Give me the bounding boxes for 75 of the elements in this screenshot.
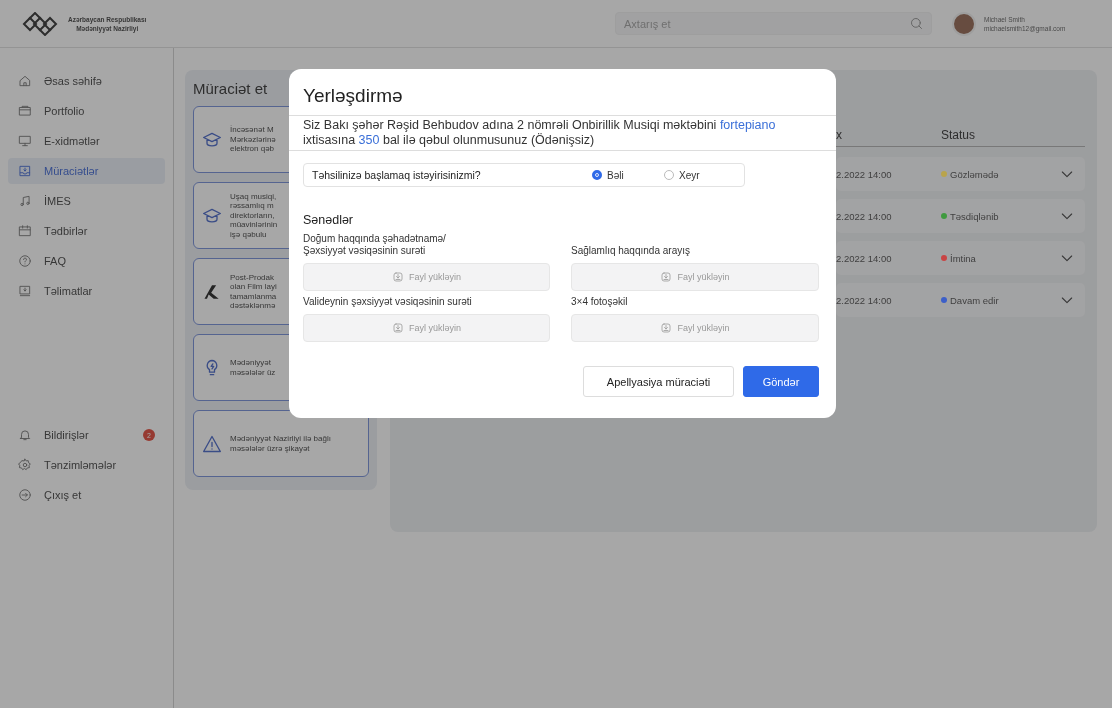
calendar-icon xyxy=(18,224,32,238)
column-header: x xyxy=(836,128,843,142)
home-icon xyxy=(18,74,32,88)
panel-title: Müraciət et xyxy=(193,80,269,97)
download-icon xyxy=(392,271,404,283)
logout-icon xyxy=(18,488,32,502)
sidebar-item[interactable]: FAQ xyxy=(8,248,165,274)
column-header: Status xyxy=(941,128,977,142)
sidebar-item[interactable]: İMES xyxy=(8,188,165,214)
folder-icon xyxy=(18,104,32,118)
card-text: Mərkəzlərinə xyxy=(230,134,276,145)
section-title: Sənədlər xyxy=(303,213,355,227)
status-text: İmtina xyxy=(950,252,976,264)
table-row[interactable]: 2.2022 14:00 Gözləmədə xyxy=(836,157,1085,191)
table-row[interactable]: 2.2022 14:00 Davam edir xyxy=(836,283,1085,317)
sidebar-item[interactable]: Tədbirlər xyxy=(8,218,165,244)
search-icon xyxy=(909,16,924,31)
admission-message: Siz Bakı şəhər Rəşid Behbudov adına 2 nömrəli Onbirillik Musiqi məktəbini fortepiano ixtisasına 350 bal ilə qəbul olunmusunuz (Ödənişsiz) xyxy=(289,115,836,151)
settings-icon xyxy=(18,458,32,472)
card-text: işə qəbulu xyxy=(230,229,268,240)
sidebar-item[interactable]: Müraciətlər xyxy=(8,158,165,184)
download-icon xyxy=(392,322,404,334)
bell-icon xyxy=(18,428,32,442)
help-icon xyxy=(18,254,32,268)
warning-icon xyxy=(202,433,222,454)
card-text: Uşaq musiqi, xyxy=(230,191,278,202)
avatar[interactable] xyxy=(952,11,976,36)
monitor-icon xyxy=(18,134,32,148)
file-upload-button[interactable]: Fayl yükləyin xyxy=(303,263,550,291)
card-text: Mədəniyyət xyxy=(230,358,272,368)
card-text: olan Film layi xyxy=(230,282,277,292)
card-text: elektron qəb xyxy=(230,144,276,154)
sidebar-item[interactable]: Əsas səhifə xyxy=(8,68,165,94)
date-cell-text: 2.2022 14:00 xyxy=(836,294,893,306)
status-text: Təsdiqlənib xyxy=(950,210,999,222)
document-label: Sağlamlıq haqqında arayış xyxy=(571,245,691,257)
date-cell-text: 2.2022 14:00 xyxy=(836,252,893,264)
file-upload-button[interactable]: Fayl yükləyin xyxy=(571,263,819,291)
logo-icon xyxy=(20,11,60,36)
file-upload-button[interactable]: Fayl yükləyin xyxy=(303,314,550,342)
inbox-icon xyxy=(18,164,32,178)
appeal-button[interactable]: Apellyasiya müraciəti xyxy=(583,366,734,397)
book-icon xyxy=(18,284,32,298)
card-text: müavinlərinin xyxy=(230,220,278,230)
service-card[interactable]: Mədəniyyət Nazirliyi ilə bağlı məsələlər üzrə şikayət xyxy=(193,410,369,477)
music-note-icon xyxy=(18,194,32,208)
document-label: 3×4 fotoşəkil xyxy=(571,296,629,308)
sidebar-item[interactable]: E-xidmətlər xyxy=(8,128,165,154)
card-text: İncəsənət M xyxy=(230,125,275,135)
card-text: Post-Prodak xyxy=(230,272,276,282)
radio-option[interactable]: Bəli xyxy=(592,169,664,181)
table-row[interactable]: 2.2022 14:00 İmtina xyxy=(836,241,1085,275)
sidebar-item[interactable]: Təlimatlar xyxy=(8,278,165,304)
status-text: Gözləmədə xyxy=(950,168,999,180)
download-icon xyxy=(660,271,673,283)
sidebar-item[interactable]: Tənzimləmələr xyxy=(8,452,165,478)
status-text: Davam edir xyxy=(950,294,999,306)
file-upload-button[interactable]: Fayl yükləyin xyxy=(571,314,819,342)
card-text: rəssamlıq m xyxy=(230,201,275,211)
date-cell-text: 2.2022 14:00 xyxy=(836,168,893,180)
card-text: tamamlanma xyxy=(230,291,277,301)
card-text: Mədəniyyət Nazirliyi ilə bağlı xyxy=(230,434,331,444)
card-text: məsələlər üzrə şikayət xyxy=(230,443,311,453)
card-text: direktorların, xyxy=(230,210,276,221)
dialog-title: Yerləşdirmə xyxy=(303,85,404,107)
radio-option[interactable]: Xeyr xyxy=(664,169,736,181)
download-icon xyxy=(660,322,673,334)
submit-button[interactable]: Göndər xyxy=(743,366,819,397)
table-row[interactable]: 2.2022 14:00 Təsdiqlənib xyxy=(836,199,1085,233)
sidebar-item[interactable]: Çıxış et xyxy=(8,482,165,508)
card-text: məsələlər üz xyxy=(230,367,276,377)
sidebar-item[interactable]: Portfolio xyxy=(8,98,165,124)
card-text: dəstəklənmə xyxy=(230,301,277,311)
date-cell-text: 2.2022 14:00 xyxy=(836,210,893,222)
radio-icon[interactable] xyxy=(592,170,602,180)
